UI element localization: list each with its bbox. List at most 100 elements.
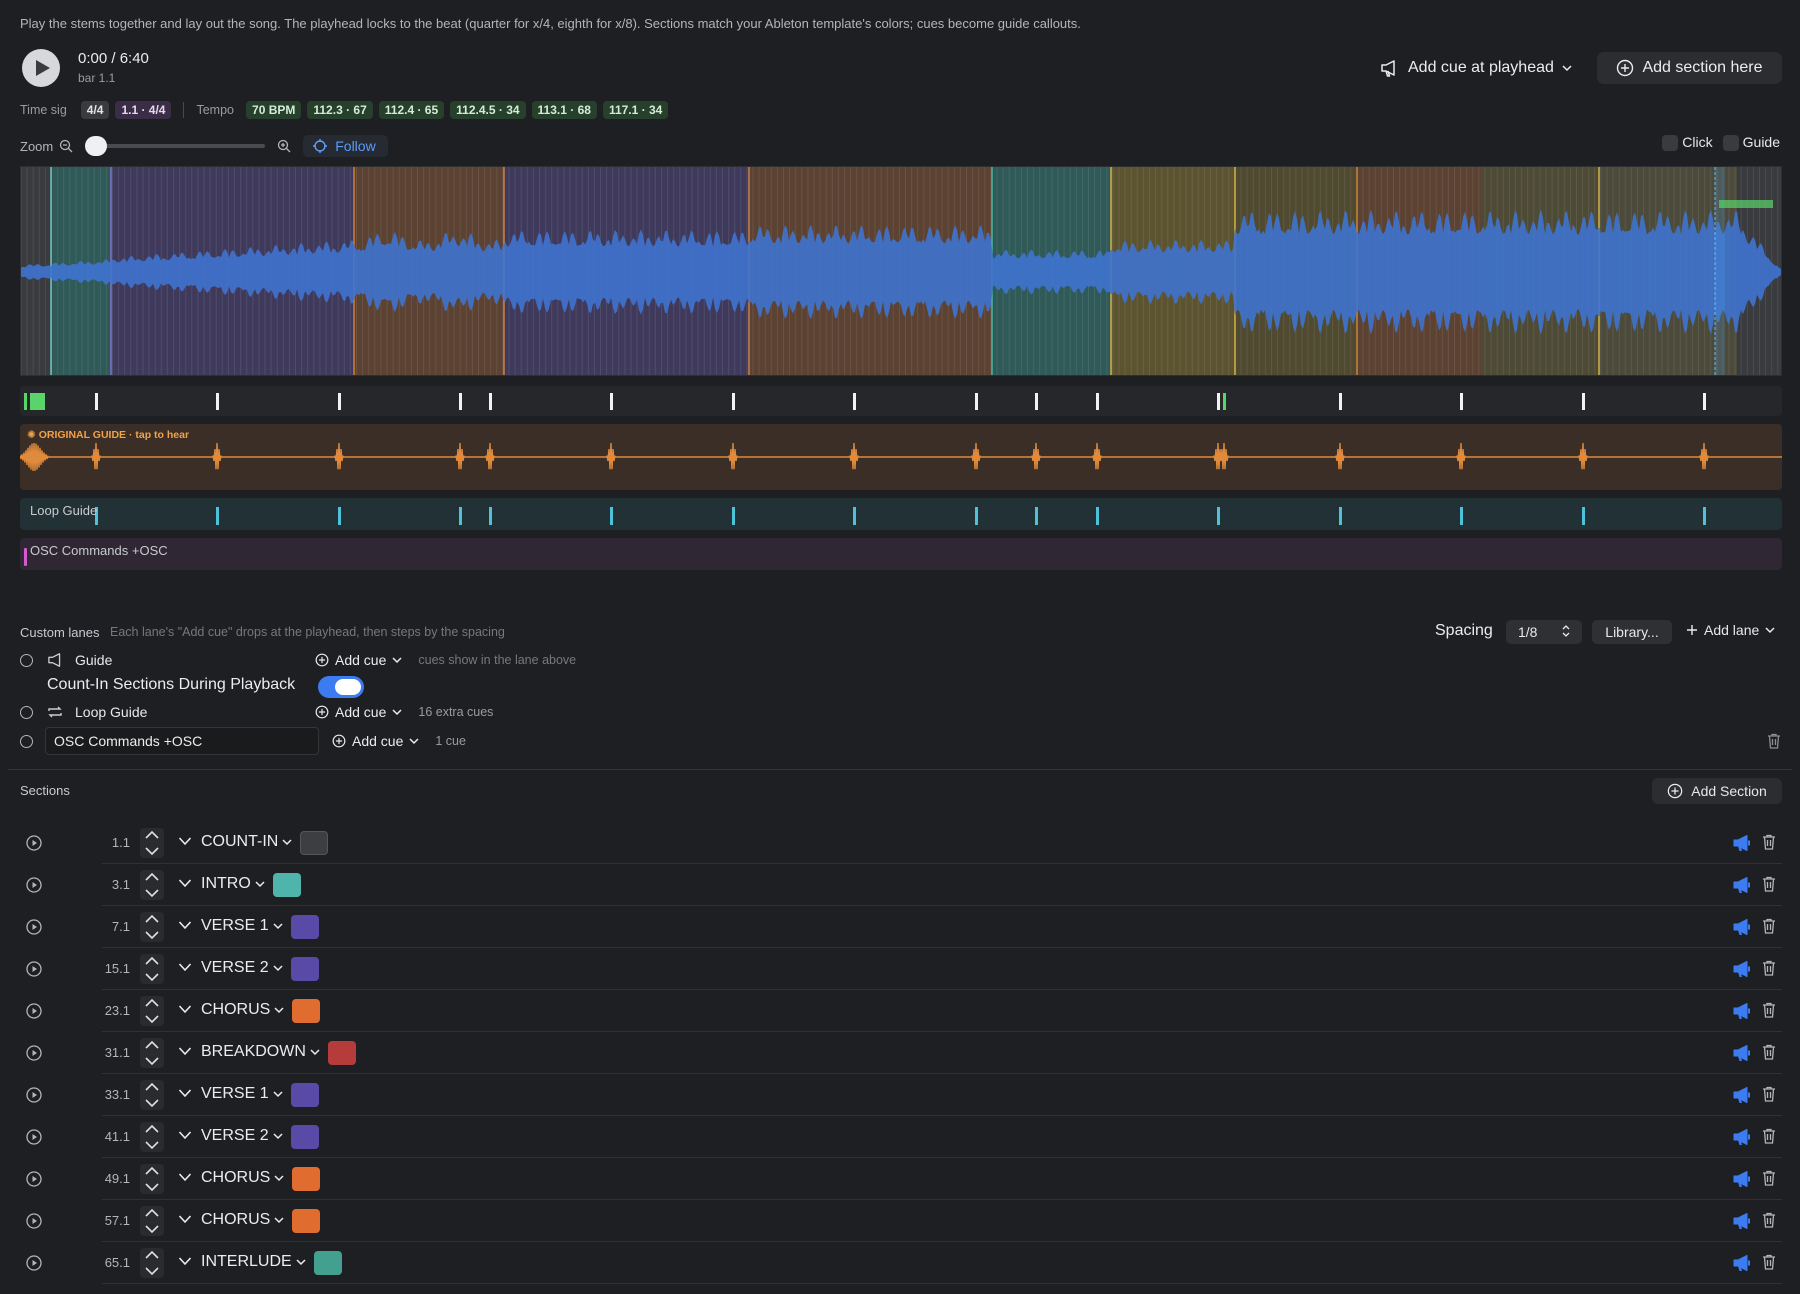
section-play-button[interactable] bbox=[26, 961, 42, 982]
bar-stepper[interactable] bbox=[140, 828, 164, 858]
tempo-pill[interactable]: 112.4.5 · 34 bbox=[450, 101, 526, 119]
section-expand-toggle[interactable] bbox=[178, 1170, 192, 1189]
delete-section-button[interactable] bbox=[1762, 834, 1776, 855]
section-name-dropdown[interactable]: BREAKDOWN bbox=[201, 1043, 320, 1061]
bar-stepper[interactable] bbox=[140, 954, 164, 984]
guide-toggle[interactable]: Guide bbox=[1722, 134, 1780, 152]
bar-stepper[interactable] bbox=[140, 996, 164, 1026]
section-play-button[interactable] bbox=[26, 1045, 42, 1066]
section-color-swatch[interactable] bbox=[291, 1125, 319, 1149]
section-play-button[interactable] bbox=[26, 1087, 42, 1108]
delete-section-button[interactable] bbox=[1762, 918, 1776, 939]
tempo-pill[interactable]: 70 BPM bbox=[246, 101, 302, 119]
section-color-swatch[interactable] bbox=[291, 1083, 319, 1107]
section-color-swatch[interactable] bbox=[314, 1251, 342, 1275]
section-color-swatch[interactable] bbox=[300, 831, 328, 855]
zoom-slider-knob[interactable] bbox=[85, 136, 108, 156]
section-expand-toggle[interactable] bbox=[178, 918, 192, 937]
delete-lane-button[interactable] bbox=[1767, 733, 1781, 754]
section-color-swatch[interactable] bbox=[291, 915, 319, 939]
countin-toggle[interactable] bbox=[318, 676, 364, 698]
section-play-button[interactable] bbox=[26, 1129, 42, 1150]
section-name-dropdown[interactable]: VERSE 2 bbox=[201, 959, 283, 977]
section-expand-toggle[interactable] bbox=[178, 1002, 192, 1021]
timesig-pill[interactable]: 4/4 bbox=[80, 101, 110, 119]
tempo-pill[interactable]: 112.4 · 65 bbox=[378, 101, 445, 119]
delete-section-button[interactable] bbox=[1762, 1212, 1776, 1233]
lane-name-input[interactable]: OSC Commands +OSC bbox=[45, 727, 319, 755]
section-name-dropdown[interactable]: CHORUS bbox=[201, 1169, 284, 1187]
delete-section-button[interactable] bbox=[1762, 1086, 1776, 1107]
section-expand-toggle[interactable] bbox=[178, 1212, 192, 1231]
spacing-select[interactable]: 1/8 bbox=[1506, 620, 1582, 644]
section-color-swatch[interactable] bbox=[273, 873, 301, 897]
waveform-timeline[interactable] bbox=[20, 166, 1782, 376]
tempo-pill[interactable]: 113.1 · 68 bbox=[531, 101, 597, 119]
lane-add-cue-button[interactable]: Add cue bbox=[315, 652, 402, 668]
section-color-swatch[interactable] bbox=[292, 1209, 320, 1233]
add-cue-at-playhead-button[interactable]: Add cue at playhead bbox=[1380, 52, 1572, 84]
section-play-button[interactable] bbox=[26, 1171, 42, 1192]
bar-stepper[interactable] bbox=[140, 1122, 164, 1152]
cue-marker-lane[interactable] bbox=[20, 386, 1782, 416]
bar-stepper[interactable] bbox=[140, 1038, 164, 1068]
delete-section-button[interactable] bbox=[1762, 1128, 1776, 1149]
section-expand-toggle[interactable] bbox=[178, 960, 192, 979]
delete-section-button[interactable] bbox=[1762, 876, 1776, 897]
section-callout-button[interactable] bbox=[1732, 1254, 1752, 1277]
zoom-out-icon[interactable] bbox=[59, 139, 73, 153]
section-play-button[interactable] bbox=[26, 835, 42, 856]
tempo-pill[interactable]: 112.3 · 67 bbox=[307, 101, 373, 119]
delete-section-button[interactable] bbox=[1762, 1170, 1776, 1191]
guide-checkbox[interactable] bbox=[1722, 135, 1739, 152]
follow-button[interactable]: Follow bbox=[303, 135, 388, 157]
click-toggle[interactable]: Click bbox=[1662, 134, 1713, 152]
section-play-button[interactable] bbox=[26, 1213, 42, 1234]
section-name-dropdown[interactable]: COUNT-IN bbox=[201, 833, 292, 851]
click-checkbox[interactable] bbox=[1662, 135, 1679, 152]
section-name-dropdown[interactable]: INTRO bbox=[201, 875, 265, 893]
section-color-swatch[interactable] bbox=[291, 957, 319, 981]
section-expand-toggle[interactable] bbox=[178, 1254, 192, 1273]
bar-stepper[interactable] bbox=[140, 1206, 164, 1236]
section-play-button[interactable] bbox=[26, 1003, 42, 1024]
delete-section-button[interactable] bbox=[1762, 1254, 1776, 1275]
section-play-button[interactable] bbox=[26, 1255, 42, 1276]
add-section-button[interactable]: Add Section bbox=[1652, 778, 1782, 804]
delete-section-button[interactable] bbox=[1762, 1044, 1776, 1065]
section-callout-button[interactable] bbox=[1732, 960, 1752, 983]
section-callout-button[interactable] bbox=[1732, 1086, 1752, 1109]
section-callout-button[interactable] bbox=[1732, 1002, 1752, 1025]
bar-stepper[interactable] bbox=[140, 870, 164, 900]
section-callout-button[interactable] bbox=[1732, 1044, 1752, 1067]
section-color-swatch[interactable] bbox=[292, 1167, 320, 1191]
zoom-slider[interactable] bbox=[85, 136, 266, 156]
section-name-dropdown[interactable]: VERSE 1 bbox=[201, 1085, 283, 1103]
section-play-button[interactable] bbox=[26, 919, 42, 940]
lane-select-radio[interactable] bbox=[20, 734, 33, 748]
osc-commands-lane[interactable] bbox=[20, 538, 1782, 570]
add-lane-button[interactable]: Add lane bbox=[1686, 622, 1775, 638]
bar-stepper[interactable] bbox=[140, 1080, 164, 1110]
section-callout-button[interactable] bbox=[1732, 1128, 1752, 1151]
timesig-change-pill[interactable]: 1.1 · 4/4 bbox=[115, 101, 172, 119]
osc-cue-marker[interactable] bbox=[24, 548, 27, 566]
loop-guide-lane[interactable] bbox=[20, 498, 1782, 530]
section-color-swatch[interactable] bbox=[292, 999, 320, 1023]
lane-select-radio[interactable] bbox=[20, 653, 33, 667]
section-callout-button[interactable] bbox=[1732, 918, 1752, 941]
play-button[interactable] bbox=[22, 49, 60, 87]
lane-add-cue-button[interactable]: Add cue bbox=[332, 733, 419, 749]
section-expand-toggle[interactable] bbox=[178, 1044, 192, 1063]
delete-section-button[interactable] bbox=[1762, 1002, 1776, 1023]
section-play-button[interactable] bbox=[26, 877, 42, 898]
add-section-here-button[interactable]: Add section here bbox=[1597, 52, 1782, 84]
section-color-swatch[interactable] bbox=[328, 1041, 356, 1065]
bar-stepper[interactable] bbox=[140, 1164, 164, 1194]
section-callout-button[interactable] bbox=[1732, 834, 1752, 857]
section-name-dropdown[interactable]: VERSE 1 bbox=[201, 917, 283, 935]
section-name-dropdown[interactable]: CHORUS bbox=[201, 1001, 284, 1019]
bar-stepper[interactable] bbox=[140, 912, 164, 942]
section-expand-toggle[interactable] bbox=[178, 876, 192, 895]
section-callout-button[interactable] bbox=[1732, 876, 1752, 899]
